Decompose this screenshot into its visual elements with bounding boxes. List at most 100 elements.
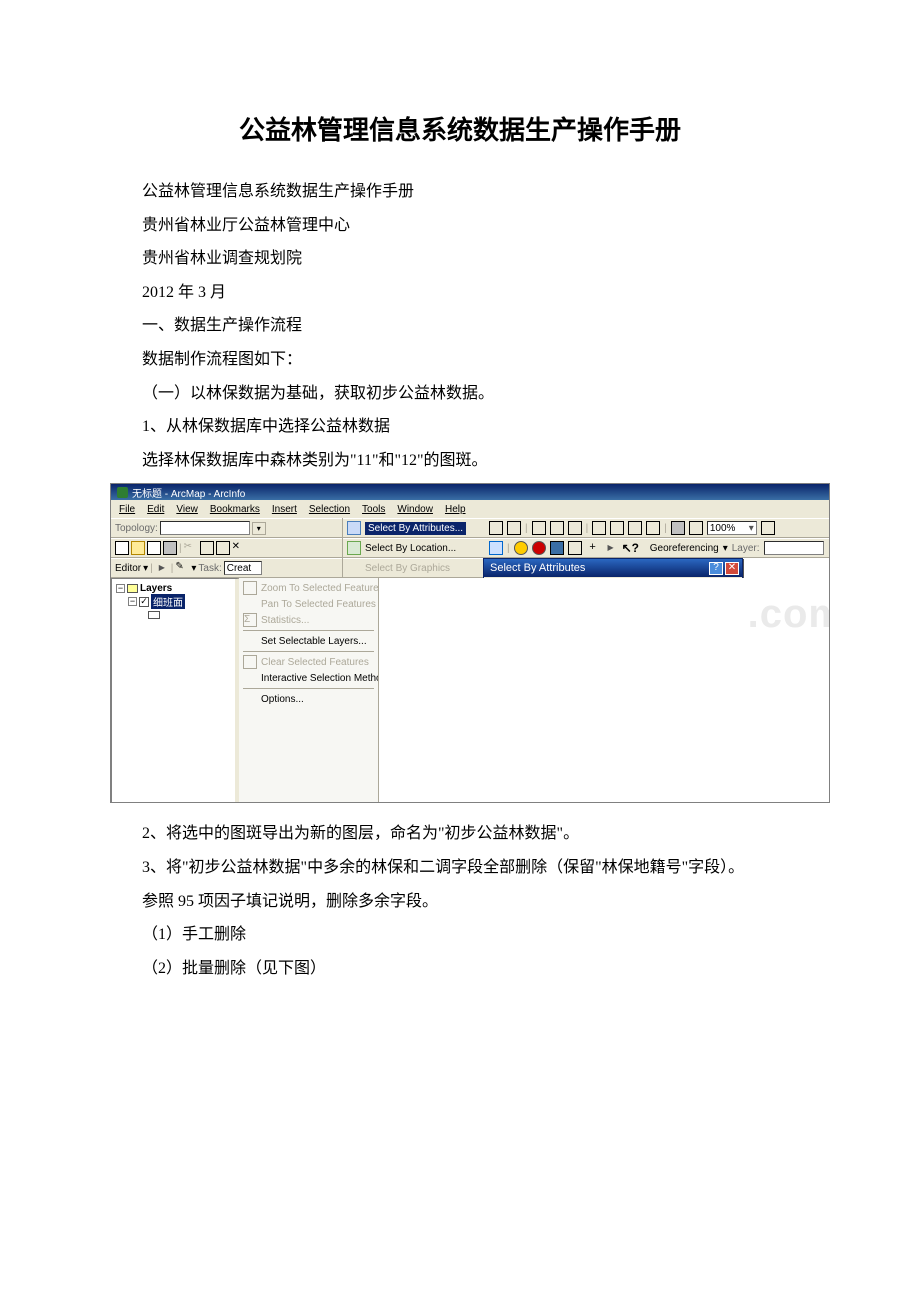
layer-label: Layer: bbox=[732, 543, 760, 554]
map-canvas[interactable]: .com bbox=[379, 578, 829, 802]
paragraph: （1）手工删除 bbox=[110, 918, 810, 952]
tool-icon[interactable] bbox=[592, 521, 606, 535]
collapse-icon[interactable]: − bbox=[128, 597, 137, 606]
app-icon bbox=[117, 487, 128, 498]
paragraph: 贵州省林业调查规划院 bbox=[110, 242, 810, 276]
blank-icon bbox=[243, 634, 257, 648]
paste-icon[interactable] bbox=[216, 541, 230, 555]
blank-icon bbox=[243, 692, 257, 706]
location-icon bbox=[347, 541, 361, 555]
workarea: − Layers − ✓ 细班面 Zoom To Selected Featur… bbox=[111, 578, 829, 802]
chevron-down-icon[interactable]: ▾ bbox=[252, 522, 266, 535]
pencil-icon[interactable]: ✎ bbox=[175, 561, 189, 575]
print-icon[interactable] bbox=[163, 541, 177, 555]
tool-icon[interactable] bbox=[532, 521, 546, 535]
clear-icon bbox=[243, 655, 257, 669]
delete-icon[interactable]: ✕ bbox=[232, 541, 246, 555]
georeferencing-label[interactable]: Georeferencing bbox=[650, 543, 719, 554]
layer-visibility-checkbox[interactable]: ✓ bbox=[139, 597, 149, 607]
interactive-selection-item[interactable]: Interactive Selection Method bbox=[261, 673, 378, 684]
statistics-item: Statistics... bbox=[261, 615, 309, 626]
zoom-combo[interactable]: 100% bbox=[707, 521, 757, 535]
menu-view[interactable]: View bbox=[172, 503, 202, 516]
zoom-to-selected-item: Zoom To Selected Features bbox=[261, 583, 378, 594]
table-of-contents: − Layers − ✓ 细班面 bbox=[111, 578, 239, 802]
select-by-graphics-item: Select By Graphics bbox=[365, 563, 450, 574]
paragraph: 数据制作流程图如下： bbox=[110, 343, 810, 377]
graphics-icon bbox=[347, 561, 361, 575]
tool-icon[interactable] bbox=[646, 521, 660, 535]
select-by-location-item[interactable]: Select By Location... bbox=[365, 543, 456, 554]
set-selectable-layers-item[interactable]: Set Selectable Layers... bbox=[261, 636, 367, 647]
select-by-attributes-item-hl[interactable]: Select By Attributes... bbox=[365, 522, 466, 535]
tool-icon[interactable] bbox=[568, 541, 582, 555]
menu-edit[interactable]: Edit bbox=[143, 503, 168, 516]
paragraph: （一）以林保数据为基础，获取初步公益林数据。 bbox=[110, 377, 810, 411]
paragraph: 公益林管理信息系统数据生产操作手册 bbox=[110, 175, 810, 209]
collapse-icon[interactable]: − bbox=[116, 584, 125, 593]
layer-item-selected[interactable]: 细班面 bbox=[151, 594, 185, 609]
close-icon[interactable]: ✕ bbox=[725, 562, 739, 575]
tool-icon[interactable] bbox=[507, 521, 521, 535]
editor-dropdown[interactable]: Editor bbox=[115, 563, 141, 574]
help-button[interactable]: ? bbox=[709, 562, 723, 575]
tool-icon[interactable] bbox=[532, 541, 546, 555]
tool-icon[interactable] bbox=[610, 521, 624, 535]
paragraph: 选择林保数据库中森林类别为"11"和"12"的图斑。 bbox=[110, 444, 810, 478]
task-label: Task: bbox=[198, 563, 221, 574]
chevron-down-icon[interactable]: ▾ bbox=[143, 563, 148, 574]
options-item[interactable]: Options... bbox=[261, 694, 304, 705]
sigma-icon: Σ bbox=[243, 613, 257, 627]
tool-icon[interactable] bbox=[550, 521, 564, 535]
dataframe-icon bbox=[127, 584, 138, 593]
save-icon[interactable] bbox=[147, 541, 161, 555]
open-icon[interactable] bbox=[131, 541, 145, 555]
help-pointer-icon[interactable]: ↖? bbox=[622, 541, 639, 555]
layers-root-label[interactable]: Layers bbox=[140, 583, 172, 594]
menu-bookmarks[interactable]: Bookmarks bbox=[206, 503, 264, 516]
plus-icon[interactable] bbox=[586, 541, 600, 555]
new-icon[interactable] bbox=[115, 541, 129, 555]
tool-icon[interactable] bbox=[628, 521, 642, 535]
toolbar-row-2: | ✂ ✕ Select By Location... | ↖? Georefe… bbox=[111, 538, 829, 558]
paragraph: 2、将选中的图斑导出为新的图层，命名为"初步公益林数据"。 bbox=[110, 817, 810, 851]
blank-icon bbox=[243, 671, 257, 685]
layer-combo[interactable] bbox=[764, 541, 824, 555]
arrow-icon[interactable] bbox=[155, 561, 169, 575]
tool-icon[interactable] bbox=[568, 521, 582, 535]
chevron-down-icon[interactable]: ▾ bbox=[723, 543, 728, 554]
layer-symbol-swatch[interactable] bbox=[148, 611, 160, 619]
pan-icon bbox=[243, 597, 257, 611]
tool-icon[interactable] bbox=[550, 541, 564, 555]
topology-label: Topology: bbox=[115, 523, 158, 534]
paragraph: 3、将"初步公益林数据"中多余的林保和二调字段全部删除（保留"林保地籍号"字段）… bbox=[110, 851, 810, 885]
toolbar-row-3: Editor ▾ | | ✎ ▾ Task: Creat Select By G… bbox=[111, 558, 829, 578]
tool-icon[interactable] bbox=[761, 521, 775, 535]
pan-to-selected-item: Pan To Selected Features bbox=[261, 599, 376, 610]
clear-selected-item: Clear Selected Features bbox=[261, 657, 369, 668]
paragraph: 参照 95 项因子填记说明，删除多余字段。 bbox=[110, 885, 810, 919]
menu-selection[interactable]: Selection bbox=[305, 503, 354, 516]
copy-icon[interactable] bbox=[200, 541, 214, 555]
print-icon[interactable] bbox=[671, 521, 685, 535]
tool-icon[interactable] bbox=[489, 541, 503, 555]
window-titlebar: 无标题 - ArcMap - ArcInfo bbox=[111, 484, 829, 500]
menu-help[interactable]: Help bbox=[441, 503, 470, 516]
sql-icon bbox=[347, 521, 361, 535]
paragraph: 1、从林保数据库中选择公益林数据 bbox=[110, 410, 810, 444]
menu-tools[interactable]: Tools bbox=[358, 503, 389, 516]
paragraph: 2012 年 3 月 bbox=[110, 276, 810, 310]
menu-window[interactable]: Window bbox=[393, 503, 437, 516]
menu-insert[interactable]: Insert bbox=[268, 503, 301, 516]
what-icon[interactable] bbox=[604, 541, 618, 555]
add-data-icon[interactable] bbox=[514, 541, 528, 555]
splitter-handle[interactable] bbox=[235, 579, 239, 802]
paragraph: 贵州省林业厅公益林管理中心 bbox=[110, 209, 810, 243]
task-combo[interactable]: Creat bbox=[224, 561, 262, 575]
tool-icon[interactable] bbox=[489, 521, 503, 535]
topology-combo[interactable] bbox=[160, 521, 250, 535]
tool-icon[interactable] bbox=[689, 521, 703, 535]
chevron-down-icon[interactable]: ▾ bbox=[191, 563, 196, 574]
document-title: 公益林管理信息系统数据生产操作手册 bbox=[110, 110, 810, 147]
menu-file[interactable]: File bbox=[115, 503, 139, 516]
